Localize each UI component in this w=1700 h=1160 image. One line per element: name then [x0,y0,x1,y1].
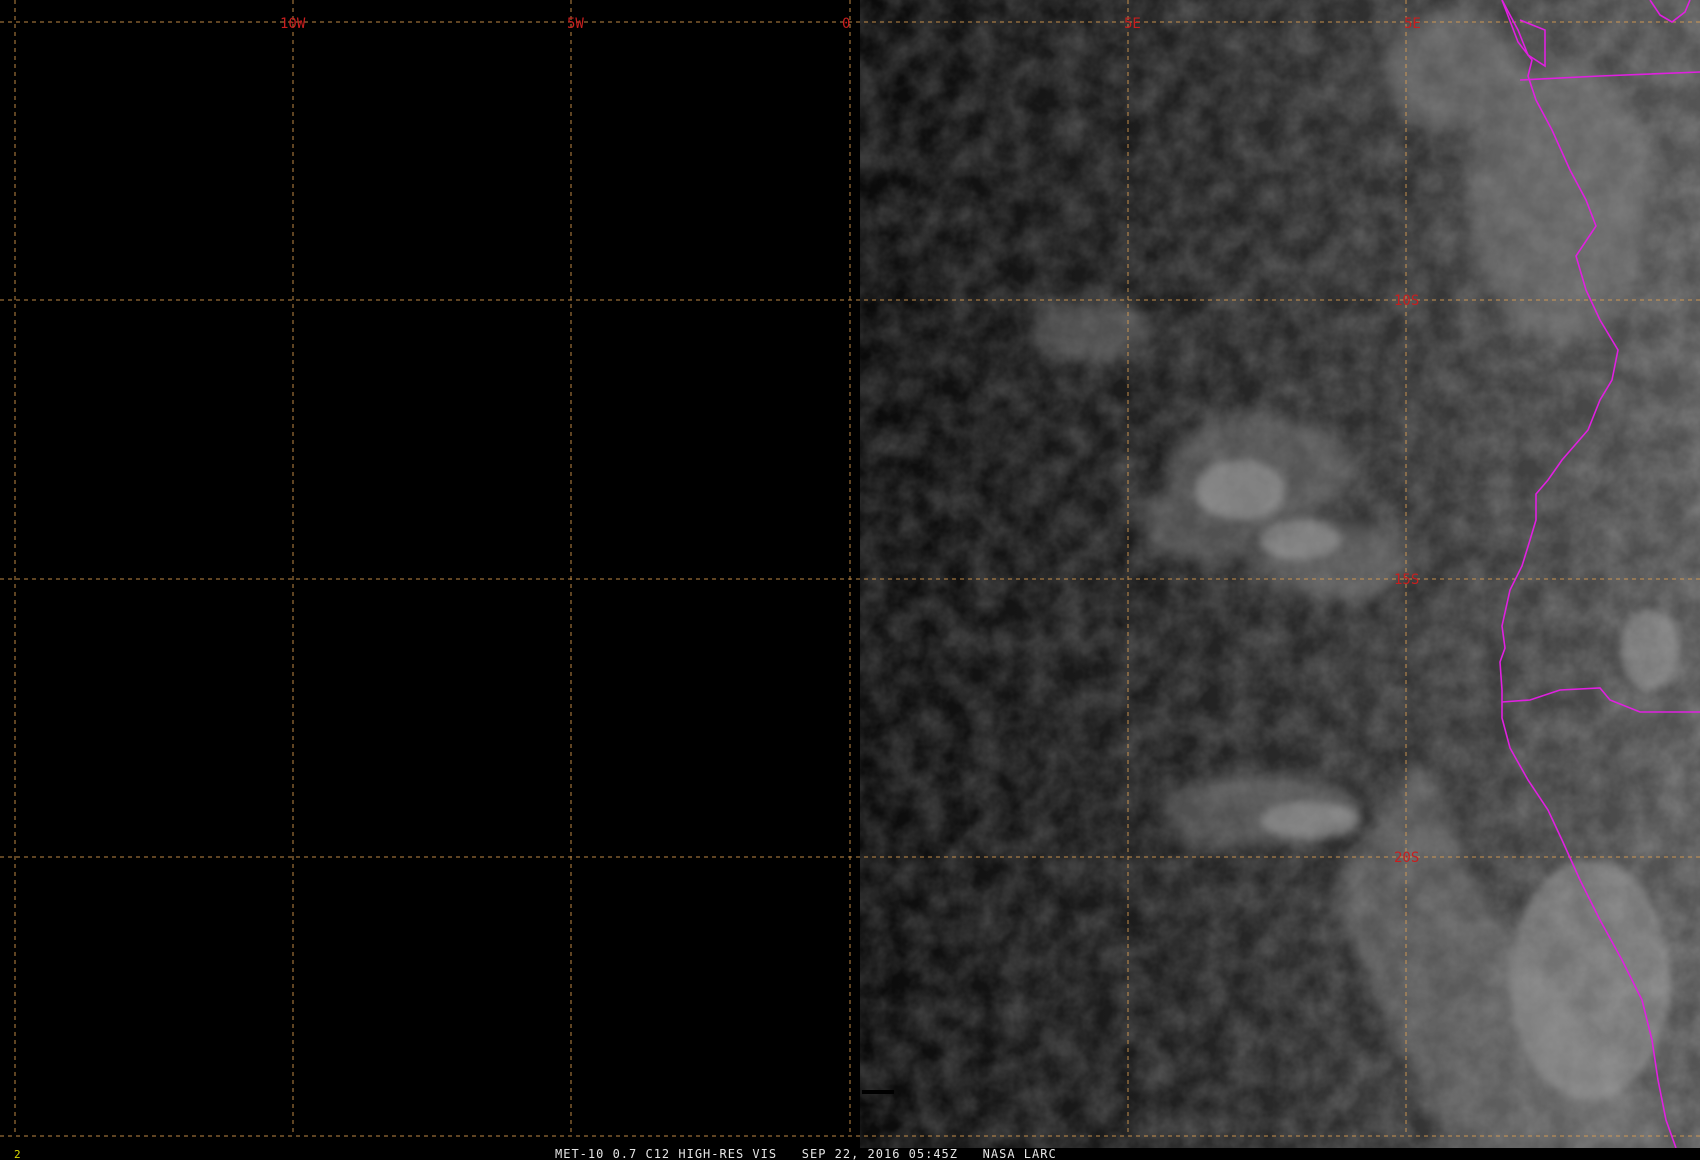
frame-number: 2 [14,1148,21,1160]
satellite-map: 10W 5W 0 5E 5E 10S 15S 20S 2 MET-10 0.7 … [0,0,1700,1160]
lat-label-10s: 10S [1394,293,1419,309]
satellite-image-viewer[interactable]: 10W 5W 0 5E 5E 10S 15S 20S 2 MET-10 0.7 … [0,0,1700,1160]
lon-label-5e-right: 5E [1404,16,1421,32]
lat-label-20s: 20S [1394,850,1419,866]
image-caption-bar: 2 MET-10 0.7 C12 HIGH-RES VIS SEP 22, 20… [0,1147,1700,1160]
lon-label-0: 0 [842,16,850,32]
lon-label-5w: 5W [567,16,584,32]
daylit-cloud-field [860,0,1700,1148]
lon-label-5e: 5E [1124,16,1141,32]
lon-label-10w: 10W [280,16,306,32]
lat-label-15s: 15S [1394,572,1419,588]
image-caption: MET-10 0.7 C12 HIGH-RES VIS SEP 22, 2016… [555,1147,1057,1160]
